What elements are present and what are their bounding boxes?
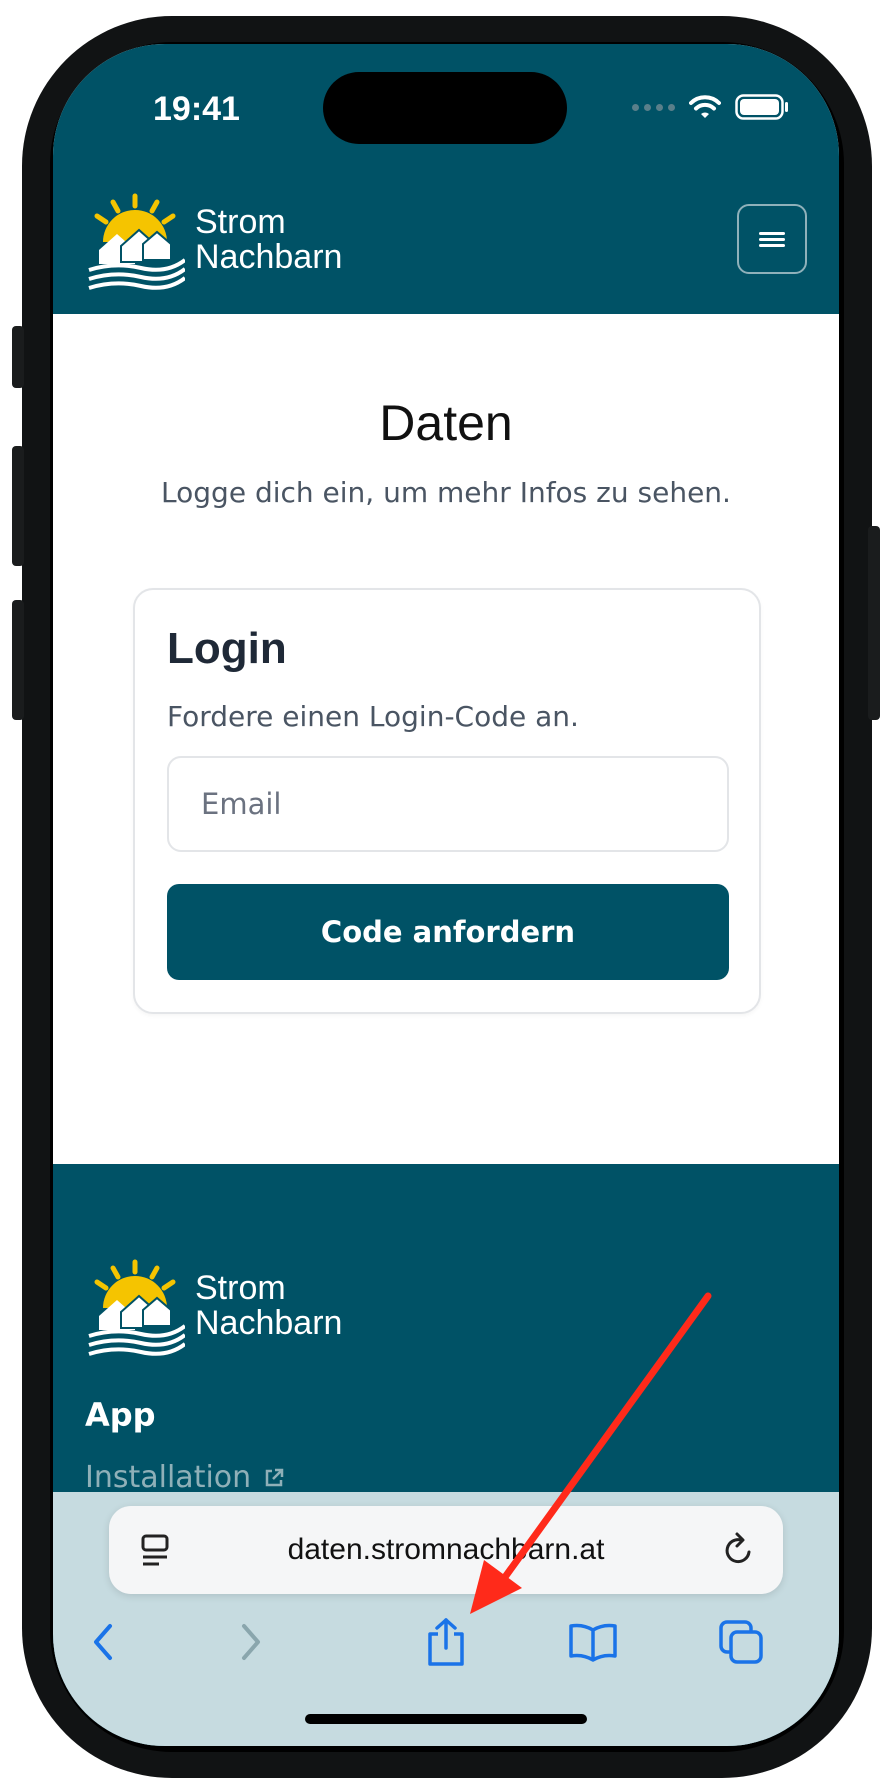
request-code-button[interactable]: Code anfordern <box>167 884 729 980</box>
brand-line-1: Strom <box>195 203 286 241</box>
login-title: Login <box>167 624 287 673</box>
brand-logo[interactable]: Strom Nachbarn <box>85 190 342 290</box>
footer-brand-wordmark: Strom Nachbarn <box>195 1271 342 1341</box>
power-button <box>868 526 880 720</box>
menu-icon <box>759 229 785 250</box>
bookmarks-icon <box>569 1623 617 1662</box>
bookmarks-button[interactable] <box>563 1612 623 1672</box>
volume-up-button <box>12 446 24 566</box>
dynamic-island <box>323 72 567 144</box>
signal-dots <box>632 103 675 111</box>
page-title: Daten <box>379 395 513 451</box>
site-header: 19:41 Strom Nachbarn <box>53 44 839 314</box>
page-subtitle: Logge dich ein, um mehr Infos zu sehen. <box>161 476 731 509</box>
forward-button[interactable] <box>221 1612 281 1672</box>
brand-line-2: Nachbarn <box>195 238 343 276</box>
login-subtitle: Fordere einen Login-Code an. <box>167 700 579 733</box>
forward-icon <box>242 1624 260 1660</box>
back-icon <box>94 1624 112 1660</box>
back-button[interactable] <box>73 1612 133 1672</box>
email-input[interactable] <box>167 756 729 852</box>
menu-button[interactable] <box>737 204 807 274</box>
reload-icon[interactable] <box>721 1530 757 1570</box>
footer-brand-line-2: Nachbarn <box>195 1304 343 1342</box>
address-bar[interactable]: daten.stromnachbarn.at <box>109 1506 783 1594</box>
volume-down-button <box>12 600 24 720</box>
footer-link-installation[interactable]: Installation <box>85 1460 285 1495</box>
share-button[interactable] <box>416 1612 476 1672</box>
action-button <box>12 326 24 388</box>
status-icons <box>632 94 789 120</box>
home-indicator <box>305 1714 587 1724</box>
login-card: Login Fordere einen Login-Code an. Code … <box>133 588 761 1014</box>
safari-toolbar: daten.stromnachbarn.at <box>53 1492 839 1746</box>
phone-screen: 19:41 Strom Nachbarn Daten Logge dich ei… <box>53 44 839 1746</box>
footer-link-label: Installation <box>85 1460 252 1495</box>
footer-brand-line-1: Strom <box>195 1269 286 1307</box>
status-time: 19:41 <box>153 90 240 128</box>
battery-icon <box>735 94 788 120</box>
url-text: daten.stromnachbarn.at <box>287 1533 605 1566</box>
tabs-icon <box>719 1620 763 1664</box>
sun-houses-logo-icon <box>88 1259 185 1356</box>
footer-brand-logo[interactable]: Strom Nachbarn <box>85 1256 342 1356</box>
brand-wordmark: Strom Nachbarn <box>195 205 342 275</box>
external-link-icon <box>265 1468 284 1486</box>
share-icon <box>428 1618 464 1666</box>
wifi-icon <box>689 95 721 118</box>
tabs-button[interactable] <box>711 1612 771 1672</box>
sun-houses-logo-icon <box>88 193 185 290</box>
footer-heading-app: App <box>85 1396 156 1434</box>
